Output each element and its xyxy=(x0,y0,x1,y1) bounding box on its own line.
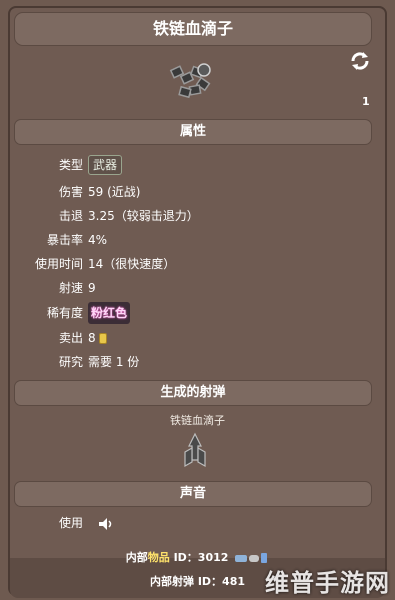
coin-icon xyxy=(98,333,107,344)
crit-label: 暴击率 xyxy=(46,233,83,247)
refresh-icon[interactable] xyxy=(349,50,371,72)
damage-label: 伤害 xyxy=(58,185,83,199)
knockback-label: 击退 xyxy=(58,209,83,223)
knockback-value: 3.25（较弱击退力） xyxy=(88,209,199,223)
rarity-label: 稀有度 xyxy=(46,306,83,320)
flail-item-icon xyxy=(169,63,211,99)
section-attributes-header: 属性 xyxy=(14,119,372,145)
section-projectile-header: 生成的射弹 xyxy=(14,380,372,406)
gamepad-icon xyxy=(235,553,268,563)
sell-label: 卖出 xyxy=(58,331,83,345)
sound-use-label: 使用 xyxy=(58,516,83,530)
crit-value: 4% xyxy=(88,233,108,247)
projectile-name: 铁链血滴子 xyxy=(170,414,225,427)
stat-row-shootspeed: 射速 9 xyxy=(0,277,395,299)
watermark: 维普手游网 xyxy=(265,569,390,597)
type-tag[interactable]: 武器 xyxy=(88,155,123,175)
stat-row-crit: 暴击率 4% xyxy=(0,229,395,251)
usetime-label: 使用时间 xyxy=(34,257,83,271)
stat-row-type: 类型 武器 xyxy=(0,154,395,176)
item-title: 铁链血滴子 xyxy=(14,12,372,46)
type-label: 类型 xyxy=(58,158,83,172)
stat-row-usetime: 使用时间 14（很快速度） xyxy=(0,253,395,275)
sell-value: 8 xyxy=(88,331,96,345)
stat-row-knockback: 击退 3.25（较弱击退力） xyxy=(0,205,395,227)
research-value: 需要 1 份 xyxy=(88,355,140,369)
stack-count: 1 xyxy=(362,95,370,108)
shootspeed-value: 9 xyxy=(88,281,96,295)
speaker-icon[interactable] xyxy=(98,517,114,531)
usetime-value: 14（很快速度） xyxy=(88,257,176,271)
stat-row-sell: 卖出 8 xyxy=(0,327,395,349)
stat-row-rarity: 稀有度 粉红色 xyxy=(0,302,395,324)
sound-row: 使用 xyxy=(0,512,395,534)
stat-row-damage: 伤害 59 (近战) xyxy=(0,181,395,203)
projectile-icon xyxy=(184,432,206,468)
shootspeed-label: 射速 xyxy=(58,281,83,295)
section-sound-header: 声音 xyxy=(14,481,372,507)
stat-row-research: 研究 需要 1 份 xyxy=(0,351,395,373)
research-label: 研究 xyxy=(58,355,83,369)
rarity-value: 粉红色 xyxy=(88,302,131,324)
damage-value: 59 (近战) xyxy=(88,185,141,199)
